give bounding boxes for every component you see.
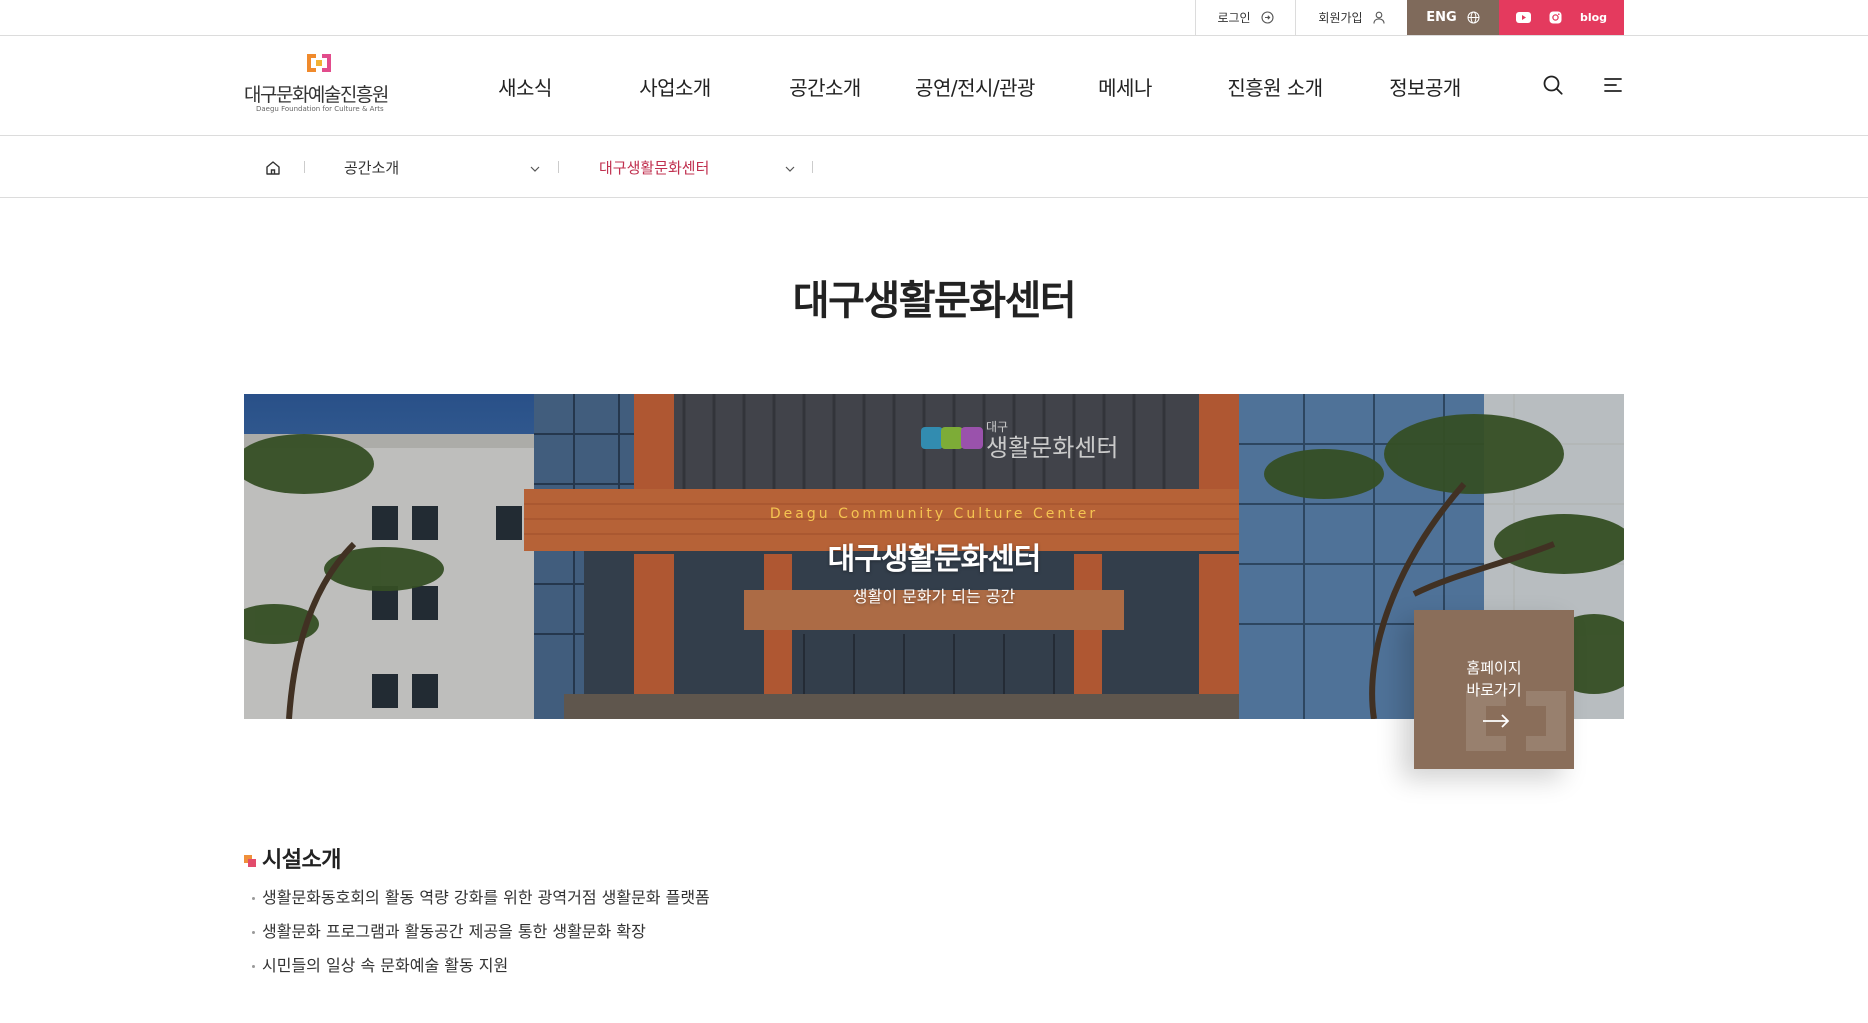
menu-icon[interactable] bbox=[1602, 74, 1624, 96]
user-icon bbox=[1373, 11, 1385, 24]
facility-heading: 시설소개 bbox=[244, 842, 1244, 874]
blog-link[interactable]: blog bbox=[1580, 11, 1607, 24]
nav-item-info[interactable]: 정보공개 bbox=[1350, 72, 1500, 101]
facility-title: 시설소개 bbox=[262, 848, 341, 873]
logo-name-ko: 대구문화예술진흥원 bbox=[244, 84, 389, 106]
login-link[interactable]: 로그인 bbox=[1195, 0, 1295, 35]
arrow-right-icon bbox=[1483, 714, 1510, 728]
site-header: 대구문화예술진흥원 Daegu Foundation for Culture &… bbox=[0, 36, 1868, 136]
sns-links: blog bbox=[1499, 0, 1624, 35]
section-bullet-icon bbox=[244, 852, 256, 867]
nav-item-spaces[interactable]: 공간소개 bbox=[750, 72, 900, 101]
facility-section: 시설소개 생활문화동호회의 활동 역량 강화를 위한 광역거점 생활문화 플랫폼… bbox=[244, 842, 1244, 990]
facility-list: 생활문화동호회의 활동 역량 강화를 위한 광역거점 생활문화 플랫폼 생활문화… bbox=[244, 888, 1244, 990]
breadcrumb-dropdown-level2[interactable]: 대구생활문화센터 bbox=[599, 136, 795, 198]
chevron-down-icon bbox=[785, 158, 795, 176]
banner-tagline: 생활이 문화가 되는 공간 bbox=[852, 587, 1016, 606]
breadcrumb-dropdown-level1[interactable]: 공간소개 bbox=[344, 136, 540, 198]
youtube-icon[interactable] bbox=[1515, 12, 1531, 23]
logo-mark-icon bbox=[307, 54, 331, 72]
breadcrumb-level1-label: 공간소개 bbox=[344, 158, 400, 177]
breadcrumb: 공간소개 대구생활문화센터 bbox=[0, 136, 1868, 198]
breadcrumb-level2-label: 대구생활문화센터 bbox=[599, 158, 710, 177]
homepage-link-button[interactable]: 홈페이지 바로가기 bbox=[1414, 610, 1574, 769]
list-item: 생활문화 프로그램과 활동공간 제공을 통한 생활문화 확장 bbox=[244, 922, 1244, 956]
login-icon bbox=[1261, 11, 1274, 24]
join-label: 회원가입 bbox=[1318, 11, 1363, 25]
list-item: 시민들의 일상 속 문화예술 활동 지원 bbox=[244, 956, 1244, 990]
search-icon[interactable] bbox=[1542, 74, 1564, 96]
banner-subtitle-en: Deagu Community Culture Center bbox=[769, 506, 1099, 522]
login-label: 로그인 bbox=[1217, 11, 1251, 25]
nav-item-performance[interactable]: 공연/전시/관광 bbox=[900, 72, 1050, 101]
main-nav: 새소식 사업소개 공간소개 공연/전시/관광 메세나 진흥원 소개 정보공개 bbox=[450, 36, 1500, 136]
breadcrumb-divider bbox=[558, 161, 559, 173]
instagram-icon[interactable] bbox=[1549, 11, 1562, 24]
nav-item-business[interactable]: 사업소개 bbox=[600, 72, 750, 101]
nav-item-news[interactable]: 새소식 bbox=[450, 72, 600, 101]
homepage-label-line1: 홈페이지 bbox=[1466, 659, 1522, 677]
nav-item-mecenat[interactable]: 메세나 bbox=[1050, 72, 1200, 101]
homepage-label-line2: 바로가기 bbox=[1466, 681, 1522, 699]
home-icon[interactable] bbox=[263, 158, 283, 178]
page-title: 대구생활문화센터 bbox=[792, 278, 1077, 324]
logo-name-en: Daegu Foundation for Culture & Arts bbox=[256, 105, 384, 113]
breadcrumb-divider bbox=[812, 161, 813, 173]
globe-icon bbox=[1467, 11, 1480, 24]
site-logo[interactable]: 대구문화예술진흥원 Daegu Foundation for Culture &… bbox=[244, 52, 404, 122]
join-link[interactable]: 회원가입 bbox=[1295, 0, 1407, 35]
utility-links: 로그인 회원가입 ENG blog bbox=[1195, 0, 1624, 35]
utility-bar: 로그인 회원가입 ENG blog bbox=[0, 0, 1868, 36]
banner-title: 대구생활문화센터 bbox=[827, 542, 1042, 577]
breadcrumb-divider bbox=[304, 161, 305, 173]
english-link[interactable]: ENG bbox=[1407, 0, 1499, 35]
english-label: ENG bbox=[1426, 10, 1457, 25]
nav-item-about[interactable]: 진흥원 소개 bbox=[1200, 72, 1350, 101]
list-item: 생활문화동호회의 활동 역량 강화를 위한 광역거점 생활문화 플랫폼 bbox=[244, 888, 1244, 922]
header-tools bbox=[1542, 74, 1624, 96]
chevron-down-icon bbox=[530, 158, 540, 176]
